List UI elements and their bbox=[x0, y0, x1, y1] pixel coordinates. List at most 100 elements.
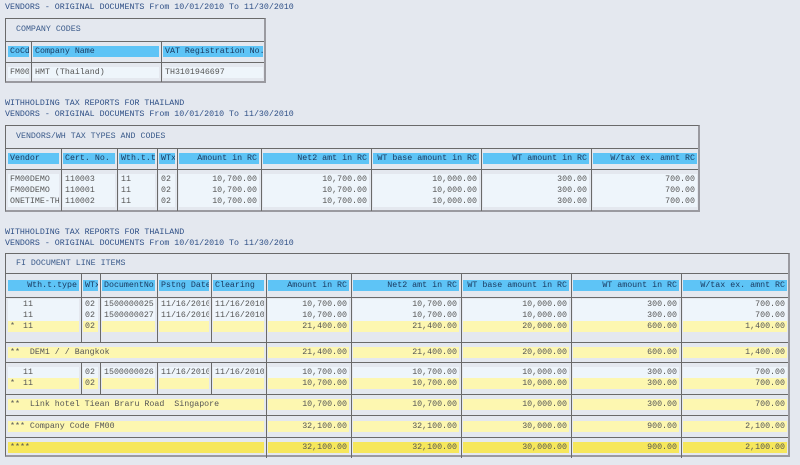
column-header[interactable]: WTx bbox=[83, 279, 98, 291]
total-row[interactable]: **** 32,100.00 32,100.00 30,000.00 900.00 2,1… bbox=[6, 442, 788, 453]
divider bbox=[6, 169, 698, 170]
subtotal-marker: * bbox=[10, 379, 15, 388]
column-divider bbox=[81, 362, 82, 394]
divider bbox=[6, 273, 788, 274]
column-divider bbox=[571, 437, 572, 458]
table-row[interactable]: FM00 HMT (Thailand) TH3101946697 bbox=[6, 67, 264, 78]
table-row[interactable]: FM00DEMO 110003 11 02 10,700.00 10,700.00 10,0… bbox=[6, 174, 698, 185]
subtotal-row[interactable]: ** DEM1 / / Bangkok 21,400.00 21,400.00 20,… bbox=[6, 346, 788, 358]
table-cell: 10,700.00 bbox=[179, 174, 259, 185]
table-cell: 11 bbox=[8, 367, 79, 378]
table-title: VENDORS/WH TAX TYPES AND CODES bbox=[16, 132, 166, 141]
table-cell: 900.00 bbox=[573, 442, 679, 453]
table-cell bbox=[213, 378, 264, 389]
subtotal-row[interactable]: * 11 02 21,400.00 21,400.00 20,000.00 600.00 1,… bbox=[6, 321, 788, 332]
table-cell: 11 bbox=[119, 174, 155, 185]
table-row[interactable]: 11 02 1500000026 11/16/2010 11/16/2010 10,700… bbox=[6, 367, 788, 378]
column-header[interactable]: Amount in RC bbox=[179, 153, 259, 164]
column-divider bbox=[461, 394, 462, 415]
table-cell: 20,000.00 bbox=[463, 321, 569, 332]
column-header[interactable]: WTx bbox=[159, 153, 175, 164]
column-divider bbox=[681, 415, 682, 437]
column-divider bbox=[351, 362, 352, 394]
table-cell: 300.00 bbox=[573, 378, 679, 389]
report-title: WITHHOLDING TAX REPORTS FOR THAILAND bbox=[5, 228, 185, 237]
table-row[interactable]: 11 02 1500000027 11/16/2010 11/16/2010 10,700… bbox=[6, 310, 788, 321]
column-divider bbox=[351, 415, 352, 437]
column-header[interactable]: WT base amount in RC bbox=[463, 279, 569, 291]
subtotal-row[interactable]: ** Link hotel Tiean Braru Road Singapore… bbox=[6, 399, 788, 410]
column-header[interactable]: Cert. No. bbox=[63, 153, 115, 164]
table-cell: 10,700.00 bbox=[268, 378, 349, 389]
table-cell: 02 bbox=[159, 185, 175, 196]
table-cell: 10,700.00 bbox=[353, 367, 459, 378]
table-cell: 02 bbox=[83, 367, 98, 378]
table-cell: 300.00 bbox=[573, 399, 679, 410]
table-row[interactable]: 11 02 1500000025 11/16/2010 11/16/2010 10,700… bbox=[6, 299, 788, 310]
table-cell: 700.00 bbox=[683, 367, 787, 378]
table-cell: 300.00 bbox=[573, 299, 679, 310]
column-divider bbox=[266, 437, 267, 458]
table-cell: 10,000.00 bbox=[463, 367, 569, 378]
table-cell: 11 bbox=[119, 196, 155, 207]
table-cell: 10,700.00 bbox=[353, 299, 459, 310]
column-header[interactable]: Pstng Date bbox=[159, 279, 209, 291]
column-divider bbox=[481, 169, 482, 211]
column-header[interactable]: Amount in RC bbox=[268, 279, 349, 291]
column-header[interactable]: Clearing bbox=[213, 279, 264, 291]
table-cell: 21,400.00 bbox=[268, 321, 349, 332]
table-cell: 700.00 bbox=[683, 299, 787, 310]
column-header[interactable]: WT base amount in RC bbox=[373, 153, 479, 164]
subtotal-row[interactable]: *** Company Code FM00 32,100.00 32,100.00 3… bbox=[6, 420, 788, 432]
table-cell: 10,700.00 bbox=[179, 196, 259, 207]
column-header[interactable]: Company Name bbox=[33, 46, 159, 57]
column-header[interactable]: VAT Registration No. bbox=[163, 46, 263, 57]
subtotal-marker: * bbox=[10, 322, 15, 331]
divider bbox=[6, 41, 264, 42]
table-cell: 1,400.00 bbox=[683, 321, 787, 332]
cell-value: 11 bbox=[23, 379, 33, 388]
column-divider bbox=[266, 362, 267, 394]
column-divider bbox=[681, 437, 682, 458]
table-cell: 30,000.00 bbox=[463, 420, 569, 432]
column-header[interactable]: Wth.t.type bbox=[8, 279, 79, 291]
column-divider bbox=[61, 169, 62, 211]
table-cell bbox=[159, 378, 209, 389]
column-header[interactable]: Net2 amt in RC bbox=[353, 279, 459, 291]
table-cell: 1500000027 bbox=[102, 310, 155, 321]
table-row[interactable]: FM00DEMO 110001 11 02 10,700.00 10,700.00 10,0… bbox=[6, 185, 698, 196]
table-cell: 10,000.00 bbox=[373, 174, 479, 185]
column-header[interactable]: Vendor bbox=[8, 153, 59, 164]
fi-document-line-items-table: FI DOCUMENT LINE ITEMS Wth.t.type WTx Docum… bbox=[5, 253, 790, 458]
divider bbox=[6, 415, 788, 416]
column-header[interactable]: WT amount in RC bbox=[573, 279, 679, 291]
column-divider bbox=[461, 297, 462, 342]
column-header[interactable]: W/tax ex. amnt RC bbox=[683, 279, 787, 291]
column-header[interactable]: Wth.t.t bbox=[119, 153, 155, 164]
table-cell: FM00 bbox=[8, 67, 29, 78]
table-cell: TH3101946697 bbox=[163, 67, 263, 78]
table-cell: 32,100.00 bbox=[268, 442, 349, 453]
divider bbox=[6, 148, 698, 149]
column-divider bbox=[571, 362, 572, 394]
column-header[interactable]: Net2 amt in RC bbox=[263, 153, 369, 164]
table-cell: 30,000.00 bbox=[463, 442, 569, 453]
column-divider bbox=[81, 297, 82, 342]
column-divider bbox=[177, 169, 178, 211]
column-header[interactable]: CoCd bbox=[8, 46, 29, 57]
column-divider bbox=[266, 273, 267, 297]
table-row[interactable]: ONETIME-TH 110002 11 02 10,700.00 10,700.00 10… bbox=[6, 196, 698, 207]
table-cell: * 11 bbox=[8, 321, 79, 332]
table-cell: 2,100.00 bbox=[683, 442, 787, 453]
column-header[interactable]: W/tax ex. amnt RC bbox=[593, 153, 697, 164]
column-divider bbox=[117, 169, 118, 211]
table-cell: 110002 bbox=[63, 196, 115, 207]
table-cell bbox=[102, 321, 155, 332]
column-divider bbox=[266, 297, 267, 342]
subtotal-row[interactable]: * 11 02 10,700.00 10,700.00 10,000.00 300.00 70… bbox=[6, 378, 788, 389]
column-divider bbox=[681, 342, 682, 362]
column-header[interactable]: DocumentNo bbox=[102, 279, 155, 291]
column-divider bbox=[31, 62, 32, 82]
table-cell: 110003 bbox=[63, 174, 115, 185]
column-header[interactable]: WT amount in RC bbox=[483, 153, 589, 164]
